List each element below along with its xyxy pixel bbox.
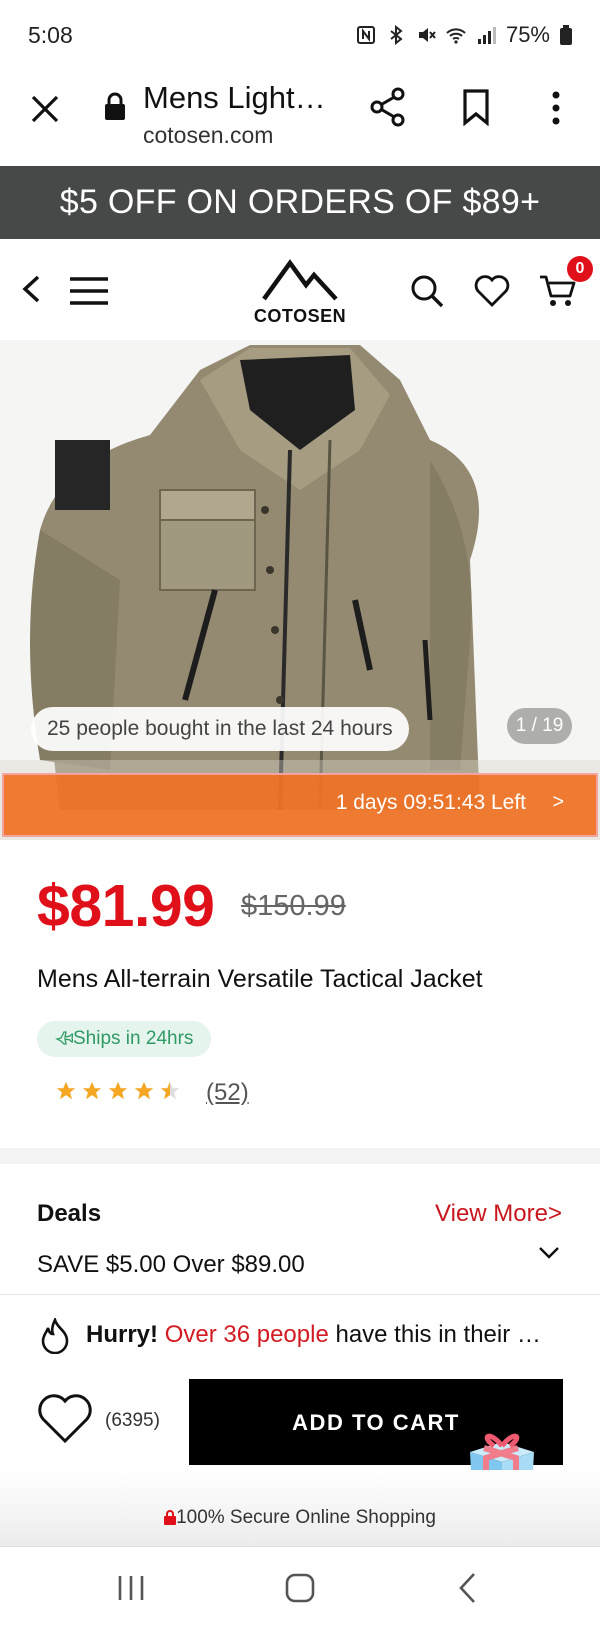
cart-count-badge: 0 — [567, 256, 593, 282]
secure-shopping-note: 100% Secure Online Shopping — [0, 1507, 600, 1529]
browser-toolbar: Mens Light… cotosen.com — [0, 70, 600, 165]
home-icon[interactable] — [284, 1572, 316, 1604]
star-icon — [56, 1081, 76, 1100]
site-header: COTOSEN — [0, 239, 600, 339]
favorite-count: (6395) — [105, 1410, 160, 1431]
share-icon[interactable] — [368, 87, 408, 127]
half-star-icon — [160, 1081, 180, 1100]
product-image-gallery[interactable] — [0, 340, 600, 840]
system-navigation-bar — [0, 1546, 600, 1636]
back-nav-icon[interactable] — [456, 1571, 478, 1605]
status-time: 5:08 — [28, 22, 73, 48]
hurry-suffix: have this in their … — [328, 1321, 541, 1348]
current-price: $81.99 — [37, 873, 215, 939]
star-icon — [108, 1081, 128, 1100]
hurry-prefix: Hurry! — [86, 1321, 165, 1348]
shipping-badge: Ships in 24hrs — [37, 1021, 212, 1057]
status-bar: 5:08 75% — [0, 0, 600, 70]
timer-arrow-icon: > — [552, 791, 564, 813]
page-url[interactable]: cotosen.com — [143, 122, 273, 149]
nfc-icon — [356, 26, 375, 44]
divider — [0, 1294, 600, 1295]
logo-text: COTOSEN — [253, 306, 347, 326]
jacket-image — [0, 340, 600, 840]
deals-heading: Deals — [37, 1200, 102, 1227]
flame-icon — [41, 1318, 69, 1354]
status-icons: 75% — [356, 22, 572, 48]
chevron-down-icon[interactable] — [538, 1246, 560, 1260]
wishlist-heart-icon[interactable] — [474, 275, 510, 307]
favorite-heart-icon[interactable] — [37, 1393, 93, 1445]
page-title[interactable]: Mens Light… — [143, 80, 326, 116]
signal-icon — [477, 27, 496, 44]
more-menu-icon[interactable] — [551, 90, 561, 126]
shipping-text: Ships in 24hrs — [73, 1028, 194, 1049]
star-rating[interactable] — [55, 1080, 181, 1102]
lock-icon — [105, 92, 125, 120]
close-icon[interactable] — [30, 94, 60, 124]
countdown-text: 1 days 09:51:43 Left — [335, 791, 526, 814]
flash-sale-timer-bar[interactable]: 1 days 09:51:43 Left > — [2, 773, 598, 837]
hurry-highlight: Over 36 people — [164, 1321, 329, 1348]
star-icon — [134, 1081, 154, 1100]
site-logo[interactable]: COTOSEN — [250, 257, 350, 327]
bluetooth-icon — [390, 25, 403, 45]
back-arrow-icon[interactable] — [20, 274, 42, 304]
product-name: Mens All-terrain Versatile Tactical Jack… — [37, 965, 483, 993]
bookmark-icon[interactable] — [462, 88, 490, 126]
recent-purchases-badge: 25 people bought in the last 24 hours — [31, 707, 409, 751]
secure-text: 100% Secure Online Shopping — [176, 1507, 436, 1528]
search-icon[interactable] — [410, 274, 444, 308]
urgency-message: Hurry! Over 36 people have this in their… — [86, 1321, 541, 1349]
mute-icon — [418, 28, 436, 42]
view-more-link[interactable]: View More> — [435, 1200, 562, 1228]
deal-save-text: SAVE $5.00 Over $89.00 — [37, 1251, 305, 1278]
airplane-icon — [55, 1031, 74, 1045]
mountain-logo-icon — [262, 259, 338, 301]
recent-apps-icon[interactable] — [116, 1573, 146, 1603]
battery-percent: 75% — [505, 22, 550, 47]
hamburger-menu-icon[interactable] — [68, 276, 110, 306]
star-icon — [82, 1081, 102, 1100]
review-count-link[interactable]: (52) — [206, 1079, 249, 1107]
original-price: $150.99 — [241, 890, 346, 922]
padlock-icon — [164, 1510, 177, 1525]
battery-icon — [560, 25, 572, 45]
promo-banner[interactable]: $5 OFF ON ORDERS OF $89+ — [0, 166, 600, 239]
section-separator — [0, 1148, 600, 1164]
wifi-icon — [446, 28, 466, 44]
image-counter: 1 / 19 — [507, 708, 572, 744]
